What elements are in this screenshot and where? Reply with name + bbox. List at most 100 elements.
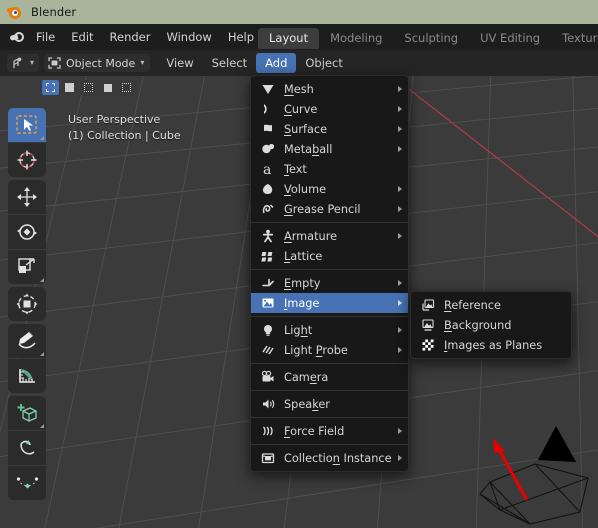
move-arrows-icon [17, 187, 37, 207]
rotate-icon [17, 224, 37, 240]
tool-group-add [8, 396, 46, 500]
blender-logo-icon [6, 5, 22, 20]
measure-tool[interactable] [8, 359, 46, 393]
tool-group-annotate [8, 324, 46, 393]
viewport-menu-object[interactable]: Object [296, 53, 351, 73]
menu-item-speaker[interactable]: Speaker [251, 394, 408, 414]
grease-pencil-icon [259, 201, 277, 217]
menu-edit[interactable]: Edit [63, 27, 101, 47]
submenu-arrow-icon [398, 86, 402, 92]
menu-item-light-probe[interactable]: Light Probe [251, 340, 408, 360]
tool-submenu-nub [40, 278, 44, 282]
volume-icon [259, 181, 277, 197]
image-background-icon [419, 317, 437, 333]
x-axis-line [391, 76, 598, 238]
spline-points-icon [16, 477, 38, 489]
tab-sculpting[interactable]: Sculpting [393, 28, 469, 49]
viewport-toolbar [8, 108, 46, 500]
select-mode-subtract-button[interactable] [80, 80, 97, 95]
menu-item-light[interactable]: Light [251, 320, 408, 340]
move-tool[interactable] [8, 180, 46, 214]
menu-separator [251, 417, 408, 418]
submenu-arrow-icon [398, 126, 402, 132]
tab-modeling[interactable]: Modeling [319, 28, 393, 49]
menu-item-text[interactable]: a Text [251, 159, 408, 179]
add-cube-icon [17, 404, 37, 422]
menu-item-collection-instance[interactable]: Collection Instance [251, 448, 408, 468]
menu-item-background[interactable]: Background [411, 315, 571, 335]
cursor-tool[interactable] [8, 143, 46, 177]
camera-object[interactable] [478, 416, 598, 528]
select-mode-intersect-button[interactable] [118, 80, 135, 95]
collection-instance-icon [259, 450, 277, 466]
editor-type-3d-viewport-icon[interactable]: ▾ [7, 54, 40, 72]
submenu-arrow-icon [398, 233, 402, 239]
menu-item-surface[interactable]: Surface [251, 119, 408, 139]
window-title-bar: Blender [0, 0, 598, 24]
menu-item-empty[interactable]: Empty [251, 273, 408, 293]
tab-uv-editing[interactable]: UV Editing [469, 28, 551, 49]
menu-item-grease-pencil[interactable]: Grease Pencil [251, 199, 408, 219]
blender-mark-icon[interactable] [6, 31, 28, 44]
add-dropdown-menu[interactable]: Mesh Curve Surface Metaball a Text Volum… [250, 75, 409, 472]
viewport-menu-add[interactable]: Add [256, 53, 297, 73]
image-icon [259, 295, 277, 311]
text-a-icon: a [259, 161, 277, 177]
editor-type-glyph [13, 57, 22, 68]
object-mode-icon [48, 57, 61, 69]
workspace-tabs: Layout Modeling Sculpting UV Editing Tex… [258, 28, 598, 49]
menu-separator [251, 444, 408, 445]
image-submenu[interactable]: Reference Background Images as Planes [410, 291, 572, 359]
empty-axis-icon [259, 275, 277, 291]
tab-layout[interactable]: Layout [258, 28, 320, 49]
speaker-icon [259, 396, 277, 412]
metaball-icon [259, 141, 277, 157]
ruler-measure-icon [18, 369, 35, 383]
edge-slide-tool[interactable] [8, 466, 46, 500]
menu-help[interactable]: Help [220, 27, 262, 47]
menu-item-curve[interactable]: Curve [251, 99, 408, 119]
svg-text:a: a [263, 162, 271, 176]
viewport-menu-select[interactable]: Select [203, 53, 256, 73]
menu-separator [251, 363, 408, 364]
annotate-tool[interactable] [8, 324, 46, 358]
mode-select-dropdown[interactable]: Object Mode ▾ [44, 54, 151, 72]
scale-icon [18, 258, 35, 273]
menu-item-lattice[interactable]: Lattice [251, 246, 408, 266]
scale-tool[interactable] [8, 250, 46, 284]
cursor-arrow-select-box-icon [16, 115, 37, 134]
menu-item-metaball[interactable]: Metaball [251, 139, 408, 159]
menu-item-force-field[interactable]: Force Field [251, 421, 408, 441]
tool-submenu-nub [40, 136, 44, 140]
viewport-menu-view[interactable]: View [157, 53, 202, 73]
shear-tool[interactable] [8, 431, 46, 465]
image-reference-icon [419, 297, 437, 313]
pencil-annotate-icon [17, 331, 36, 349]
select-mode-set-button[interactable] [42, 80, 59, 95]
menu-window[interactable]: Window [158, 27, 219, 47]
menu-separator [251, 316, 408, 317]
menu-file[interactable]: File [28, 27, 63, 47]
menu-item-volume[interactable]: Volume [251, 179, 408, 199]
transform-tool[interactable] [8, 287, 46, 321]
submenu-arrow-icon [398, 300, 402, 306]
submenu-arrow-icon [398, 428, 402, 434]
tweak-tool[interactable] [8, 108, 46, 142]
viewport-header: ▾ Object Mode ▾ View Select Add Object [0, 50, 598, 76]
menu-item-images-as-planes[interactable]: Images as Planes [411, 335, 571, 355]
menu-item-mesh[interactable]: Mesh [251, 79, 408, 99]
add-cube-tool[interactable] [8, 396, 46, 430]
select-mode-extend-button[interactable] [61, 80, 78, 95]
tab-texture-paint[interactable]: Texture Paint [551, 28, 598, 49]
menu-item-image[interactable]: Image [251, 293, 408, 313]
menu-item-armature[interactable]: Armature [251, 226, 408, 246]
menu-item-camera[interactable]: Camera [251, 367, 408, 387]
submenu-arrow-icon [398, 186, 402, 192]
submenu-arrow-icon [398, 327, 402, 333]
rotate-tool[interactable] [8, 215, 46, 249]
menu-item-reference[interactable]: Reference [411, 295, 571, 315]
force-field-icon [259, 423, 277, 439]
select-mode-invert-button[interactable] [99, 80, 116, 95]
menu-render[interactable]: Render [102, 27, 159, 47]
mode-caret: ▾ [140, 58, 145, 67]
